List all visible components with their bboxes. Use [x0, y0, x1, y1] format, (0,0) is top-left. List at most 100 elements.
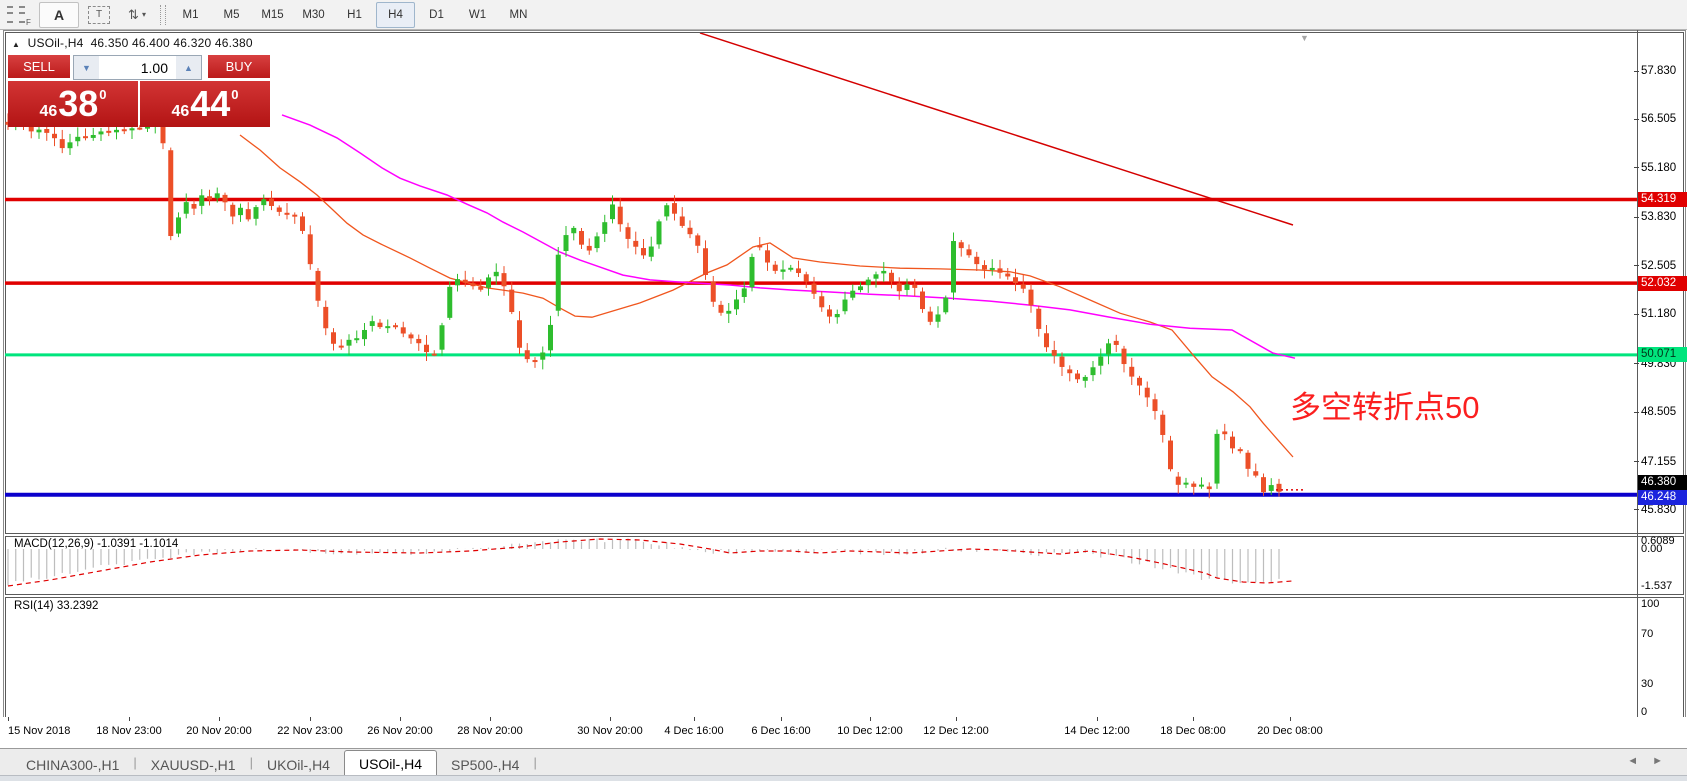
timeframe-h1[interactable]: H1 [335, 2, 374, 28]
time-tick-label: 28 Nov 20:00 [457, 725, 522, 737]
time-tick-label: 20 Dec 08:00 [1257, 725, 1322, 737]
timeframe-m30[interactable]: M30 [294, 2, 333, 28]
price-tick-label: 45.830 [1641, 504, 1676, 516]
timeframe-h4[interactable]: H4 [376, 2, 415, 28]
price-level-label: 50.071 [1638, 347, 1687, 362]
time-tick-mark [610, 717, 611, 721]
ohlc-values: 46.350 46.400 46.320 46.380 [91, 36, 253, 50]
rsi-scale-label: 100 [1641, 598, 1659, 610]
macd-pane[interactable] [5, 536, 1684, 595]
timeframe-m1[interactable]: M1 [171, 2, 210, 28]
time-tick-label: 22 Nov 23:00 [277, 725, 342, 737]
price-tick-mark [1634, 71, 1639, 72]
time-tick-mark [310, 717, 311, 721]
price-level-label: 52.032 [1638, 276, 1687, 291]
text-label-icon[interactable]: A [39, 2, 79, 28]
toolbar-grip [160, 5, 166, 25]
price-tick-mark [1634, 509, 1639, 510]
symbol-header: ▲ USOil-,H4 46.350 46.400 46.320 46.380 [12, 36, 253, 50]
price-tick-label: 52.505 [1641, 260, 1676, 272]
sell-price-button[interactable]: 46 38 0 [8, 81, 138, 127]
time-tick-mark [870, 717, 871, 721]
symbol-title: USOil-,H4 [28, 36, 84, 50]
chart-tab-ukoil-h4[interactable]: UKOil-,H4 [253, 753, 344, 776]
price-tick-label: 51.180 [1641, 308, 1676, 320]
volume-up-icon[interactable]: ▲ [176, 56, 201, 79]
chart-tab-xauusd-h1[interactable]: XAUUSD-,H1 [137, 753, 250, 776]
price-tick-mark [1634, 412, 1639, 413]
arrow-style-icon[interactable]: ⇅ ▾ [119, 2, 155, 28]
timeframe-w1[interactable]: W1 [458, 2, 497, 28]
time-tick-label: 4 Dec 16:00 [664, 725, 723, 737]
timeframe-m15[interactable]: M15 [253, 2, 292, 28]
timeframe-group: M1M5M15M30H1H4D1W1MN [170, 2, 539, 28]
time-axis[interactable]: 15 Nov 2018 18 Nov 23:00 20 Nov 20:00 22 No… [3, 717, 1687, 748]
volume-input[interactable] [99, 56, 176, 79]
price-tick-label: 47.155 [1641, 456, 1676, 468]
chart-tab-sp500-h4[interactable]: SP500-,H4 [437, 753, 533, 776]
price-scale-divider [1637, 30, 1638, 717]
time-tick-label: 30 Nov 20:00 [577, 725, 642, 737]
time-tick-mark [956, 717, 957, 721]
timeframe-mn[interactable]: MN [499, 2, 538, 28]
volume-stepper: ▼ ▲ [73, 55, 202, 80]
time-tick-mark [1097, 717, 1098, 721]
time-tick-label: 14 Dec 12:00 [1064, 725, 1129, 737]
price-tick-label: 53.830 [1641, 211, 1676, 223]
price-tick-mark [1634, 314, 1639, 315]
time-tick-label: 26 Nov 20:00 [367, 725, 432, 737]
price-level-label: 46.248 [1638, 490, 1687, 505]
time-tick-mark [1193, 717, 1194, 721]
time-tick-mark [781, 717, 782, 721]
price-tick-label: 57.830 [1641, 65, 1676, 77]
chart-tab-usoil-h4[interactable]: USOil-,H4 [344, 750, 437, 776]
chart-tab-bar: CHINA300-,H1|XAUUSD-,H1|UKOil-,H4USOil-,… [0, 748, 1687, 776]
price-tick-label: 55.180 [1641, 162, 1676, 174]
chevron-down-icon: ▾ [142, 10, 146, 19]
time-tick-mark [400, 717, 401, 721]
macd-label: MACD(12,26,9) -1.0391 -1.1014 [14, 538, 178, 550]
time-tick-label: 18 Dec 08:00 [1160, 725, 1225, 737]
time-tick-mark [694, 717, 695, 721]
price-tick-mark [1634, 265, 1639, 266]
macd-scale-label: -1.537 [1641, 580, 1672, 592]
price-level-label: 54.319 [1638, 192, 1687, 207]
price-tick-mark [1634, 119, 1639, 120]
time-tick-mark [219, 717, 220, 721]
collapse-arrow-icon[interactable]: ▲ [12, 40, 20, 49]
time-tick-label: 10 Dec 12:00 [837, 725, 902, 737]
rsi-label: RSI(14) 33.2392 [14, 600, 98, 612]
chart-shift-marker-icon[interactable]: ▼ [1300, 33, 1309, 43]
volume-down-icon[interactable]: ▼ [74, 56, 99, 79]
price-tick-mark [1634, 363, 1639, 364]
chart-tab-china300-h1[interactable]: CHINA300-,H1 [12, 753, 133, 776]
fibonacci-icon[interactable]: F [1, 2, 37, 28]
buy-button[interactable]: BUY [208, 55, 270, 80]
sell-button[interactable]: SELL [8, 55, 70, 80]
price-tick-label: 48.505 [1641, 406, 1676, 418]
one-click-trade-panel: SELL ▼ ▲ BUY 46 38 0 46 44 0 [8, 55, 270, 127]
top-toolbar: F A T ⇅ ▾ M1M5M15M30H1H4D1W1MN [0, 0, 1687, 30]
macd-scale-label: 0.00 [1641, 543, 1662, 555]
time-tick-mark [490, 717, 491, 721]
timeframe-m5[interactable]: M5 [212, 2, 251, 28]
time-tick-label: 15 Nov 2018 [8, 725, 70, 737]
tab-scroll-arrows[interactable]: ◄► [1627, 755, 1677, 767]
time-tick-label: 18 Nov 23:00 [96, 725, 161, 737]
buy-price-button[interactable]: 46 44 0 [140, 81, 270, 127]
price-level-label: 46.380 [1638, 475, 1687, 490]
rsi-pane[interactable] [5, 597, 1684, 718]
time-tick-mark [8, 717, 9, 721]
time-tick-label: 6 Dec 16:00 [751, 725, 810, 737]
timeframe-d1[interactable]: D1 [417, 2, 456, 28]
time-tick-mark [1290, 717, 1291, 721]
price-tick-mark [1634, 167, 1639, 168]
price-tick-label: 56.505 [1641, 113, 1676, 125]
time-tick-label: 12 Dec 12:00 [923, 725, 988, 737]
chart-annotation-text: 多空转折点50 [1290, 382, 1479, 427]
text-box-icon[interactable]: T [81, 2, 117, 28]
time-tick-label: 20 Nov 20:00 [186, 725, 251, 737]
rsi-scale-label: 30 [1641, 678, 1653, 690]
price-tick-mark [1634, 217, 1639, 218]
time-tick-mark [129, 717, 130, 721]
